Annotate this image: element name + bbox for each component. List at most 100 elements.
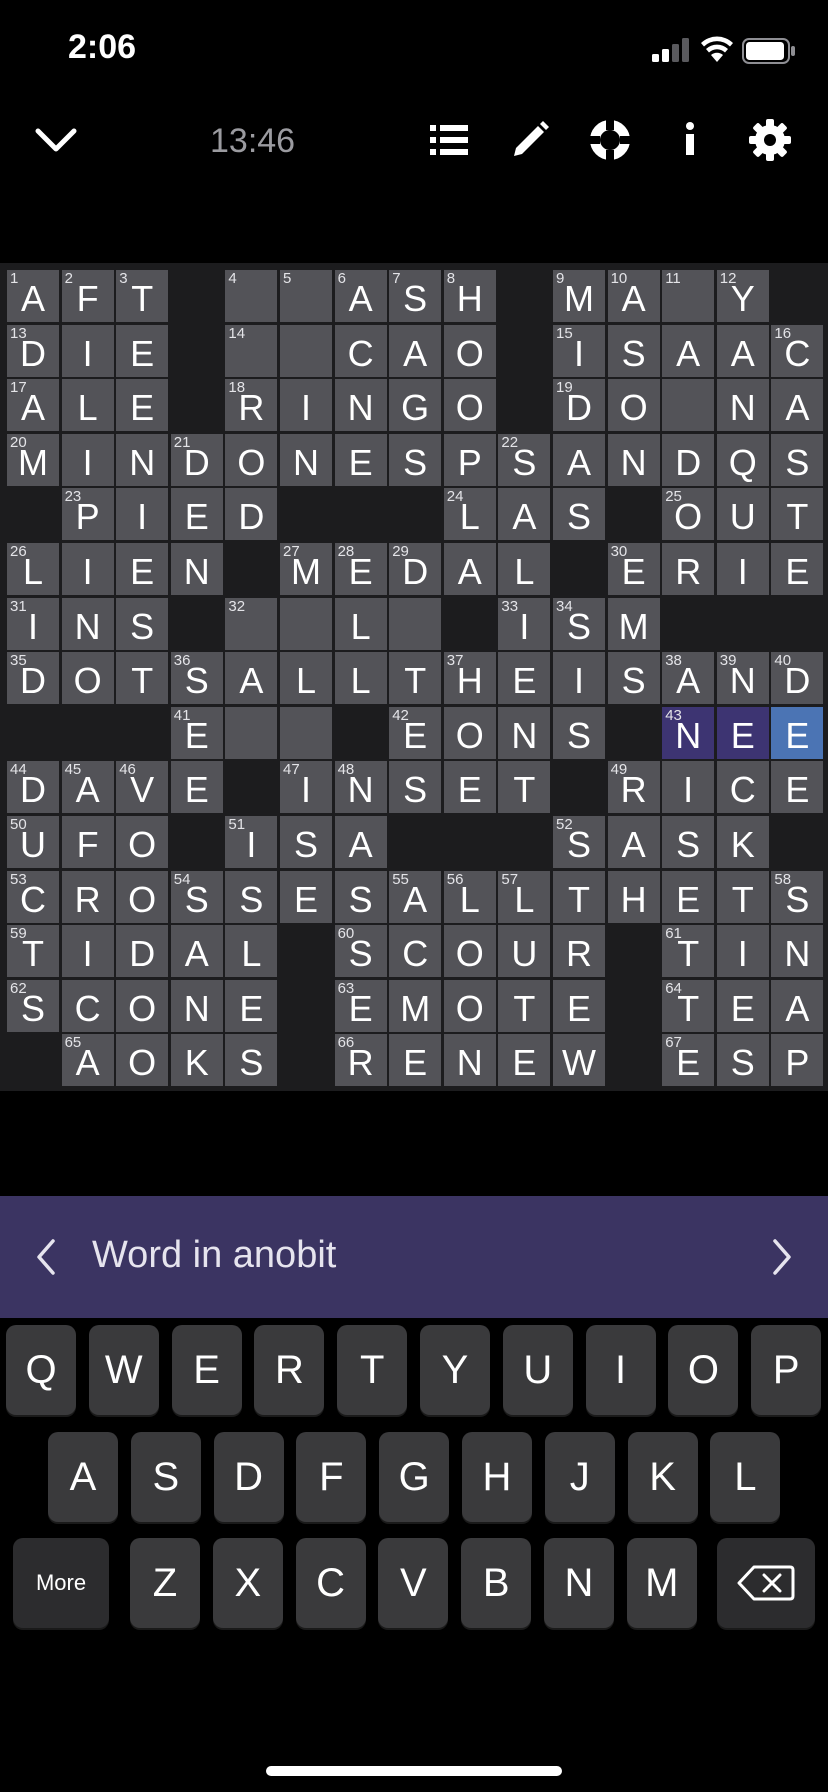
grid-cell[interactable]: 42 E [389, 706, 442, 759]
grid-cell[interactable]: T [116, 652, 169, 705]
grid-cell[interactable]: 47 I [280, 761, 332, 814]
key-f[interactable]: F [296, 1432, 367, 1522]
grid-cell[interactable]: T [498, 979, 551, 1032]
grid-cell[interactable]: O [116, 870, 169, 923]
grid-cell[interactable]: S [771, 433, 824, 486]
grid-cell[interactable]: S [716, 1034, 769, 1087]
info-icon[interactable] [662, 112, 718, 168]
key-z[interactable]: Z [130, 1538, 200, 1628]
grid-cell[interactable]: S [334, 870, 387, 923]
grid-cell[interactable]: H [607, 870, 660, 923]
grid-cell[interactable]: 16 C [771, 324, 824, 377]
grid-cell[interactable]: 60 S [334, 925, 387, 978]
more-key[interactable]: More [13, 1538, 109, 1628]
grid-cell[interactable]: 62 S [7, 979, 59, 1032]
grid-cell[interactable]: M [389, 979, 442, 1032]
key-w[interactable]: W [88, 1325, 159, 1415]
grid-cell[interactable]: O [225, 433, 278, 486]
grid-cell[interactable]: L [61, 379, 114, 432]
grid-cell[interactable]: E [553, 979, 605, 1032]
grid-cell[interactable]: 46 V [116, 761, 169, 814]
grid-cell[interactable]: L [280, 652, 332, 705]
grid-cell[interactable]: 36 S [170, 652, 223, 705]
grid-cell[interactable]: 6A [334, 270, 387, 322]
grid-cell[interactable]: N [498, 706, 551, 759]
grid-cell[interactable]: 44 D [7, 761, 59, 814]
grid-cell[interactable]: I [553, 652, 605, 705]
grid-cell[interactable]: 15 I [553, 324, 605, 377]
key-n[interactable]: N [544, 1538, 614, 1628]
grid-cell[interactable]: E [716, 706, 769, 759]
grid-cell[interactable]: U [716, 488, 769, 541]
key-u[interactable]: U [502, 1325, 573, 1415]
grid-cell[interactable]: 17 A [7, 379, 59, 432]
key-m[interactable]: M [626, 1538, 697, 1628]
grid-cell[interactable]: 61 T [662, 925, 715, 978]
grid-cell[interactable]: 21 D [170, 433, 223, 486]
key-a[interactable]: A [48, 1432, 118, 1522]
grid-cell[interactable]: I [61, 324, 114, 377]
grid-cell[interactable]: E [116, 324, 169, 377]
grid-cell[interactable]: 32 [225, 597, 278, 650]
grid-cell[interactable]: 52 S [553, 816, 605, 868]
grid-cell[interactable]: 14 [225, 324, 278, 377]
grid-cell[interactable]: 19 D [553, 379, 605, 432]
grid-cell[interactable]: P [443, 433, 496, 486]
grid-cell[interactable] [280, 597, 332, 650]
grid-cell[interactable]: E [771, 706, 824, 759]
grid-cell[interactable] [389, 597, 442, 650]
grid-cell[interactable]: 64 T [662, 979, 715, 1032]
grid-cell[interactable]: S [225, 1034, 278, 1087]
grid-cell[interactable]: 67 E [662, 1034, 715, 1087]
grid-cell[interactable]: P [771, 1034, 824, 1087]
grid-cell[interactable]: A [334, 816, 387, 868]
grid-cell[interactable]: C [61, 979, 114, 1032]
grid-cell[interactable]: S [607, 324, 660, 377]
grid-cell[interactable]: 33 I [498, 597, 551, 650]
grid-cell[interactable]: 59 T [7, 925, 59, 978]
key-q[interactable]: Q [6, 1325, 76, 1415]
grid-cell[interactable] [280, 324, 332, 377]
grid-cell[interactable]: 24 L [443, 488, 496, 541]
grid-cell[interactable]: Q [716, 433, 769, 486]
grid-cell[interactable]: N [334, 379, 387, 432]
key-s[interactable]: S [130, 1432, 201, 1522]
grid-cell[interactable]: R [553, 925, 605, 978]
grid-cell[interactable]: K [170, 1034, 223, 1087]
key-c[interactable]: C [295, 1538, 366, 1628]
grid-cell[interactable]: 55 A [389, 870, 442, 923]
grid-cell[interactable]: E [116, 543, 169, 595]
grid-cell[interactable]: G [389, 379, 442, 432]
grid-cell[interactable]: N [61, 597, 114, 650]
grid-cell[interactable]: 20 M [7, 433, 59, 486]
grid-cell[interactable]: A [716, 324, 769, 377]
grid-cell[interactable]: 11 [662, 270, 715, 322]
grid-cell[interactable]: C [716, 761, 769, 814]
grid-cell[interactable]: S [389, 761, 442, 814]
key-g[interactable]: G [379, 1432, 450, 1522]
grid-cell[interactable]: N [443, 1034, 496, 1087]
key-o[interactable]: O [668, 1325, 739, 1415]
grid-cell[interactable]: L [498, 543, 551, 595]
grid-cell[interactable]: T [716, 870, 769, 923]
grid-cell[interactable]: M [607, 597, 660, 650]
grid-cell[interactable]: 31 I [7, 597, 59, 650]
grid-cell[interactable]: 56 L [443, 870, 496, 923]
grid-cell[interactable]: E [498, 1034, 551, 1087]
grid-cell[interactable]: 9M [553, 270, 605, 322]
grid-cell[interactable]: 30 E [607, 543, 660, 595]
grid-cell[interactable]: O [607, 379, 660, 432]
key-l[interactable]: L [710, 1432, 781, 1522]
grid-cell[interactable]: 66 R [334, 1034, 387, 1087]
grid-cell[interactable]: 41 E [170, 706, 223, 759]
grid-cell[interactable] [662, 379, 715, 432]
grid-cell[interactable]: N [170, 543, 223, 595]
grid-cell[interactable]: N [170, 979, 223, 1032]
grid-cell[interactable]: E [662, 870, 715, 923]
grid-cell[interactable]: R [662, 543, 715, 595]
grid-cell[interactable]: E [116, 379, 169, 432]
grid-cell[interactable]: A [498, 488, 551, 541]
list-icon[interactable] [421, 112, 477, 168]
grid-cell[interactable]: 40 D [771, 652, 824, 705]
grid-cell[interactable]: E [334, 433, 387, 486]
